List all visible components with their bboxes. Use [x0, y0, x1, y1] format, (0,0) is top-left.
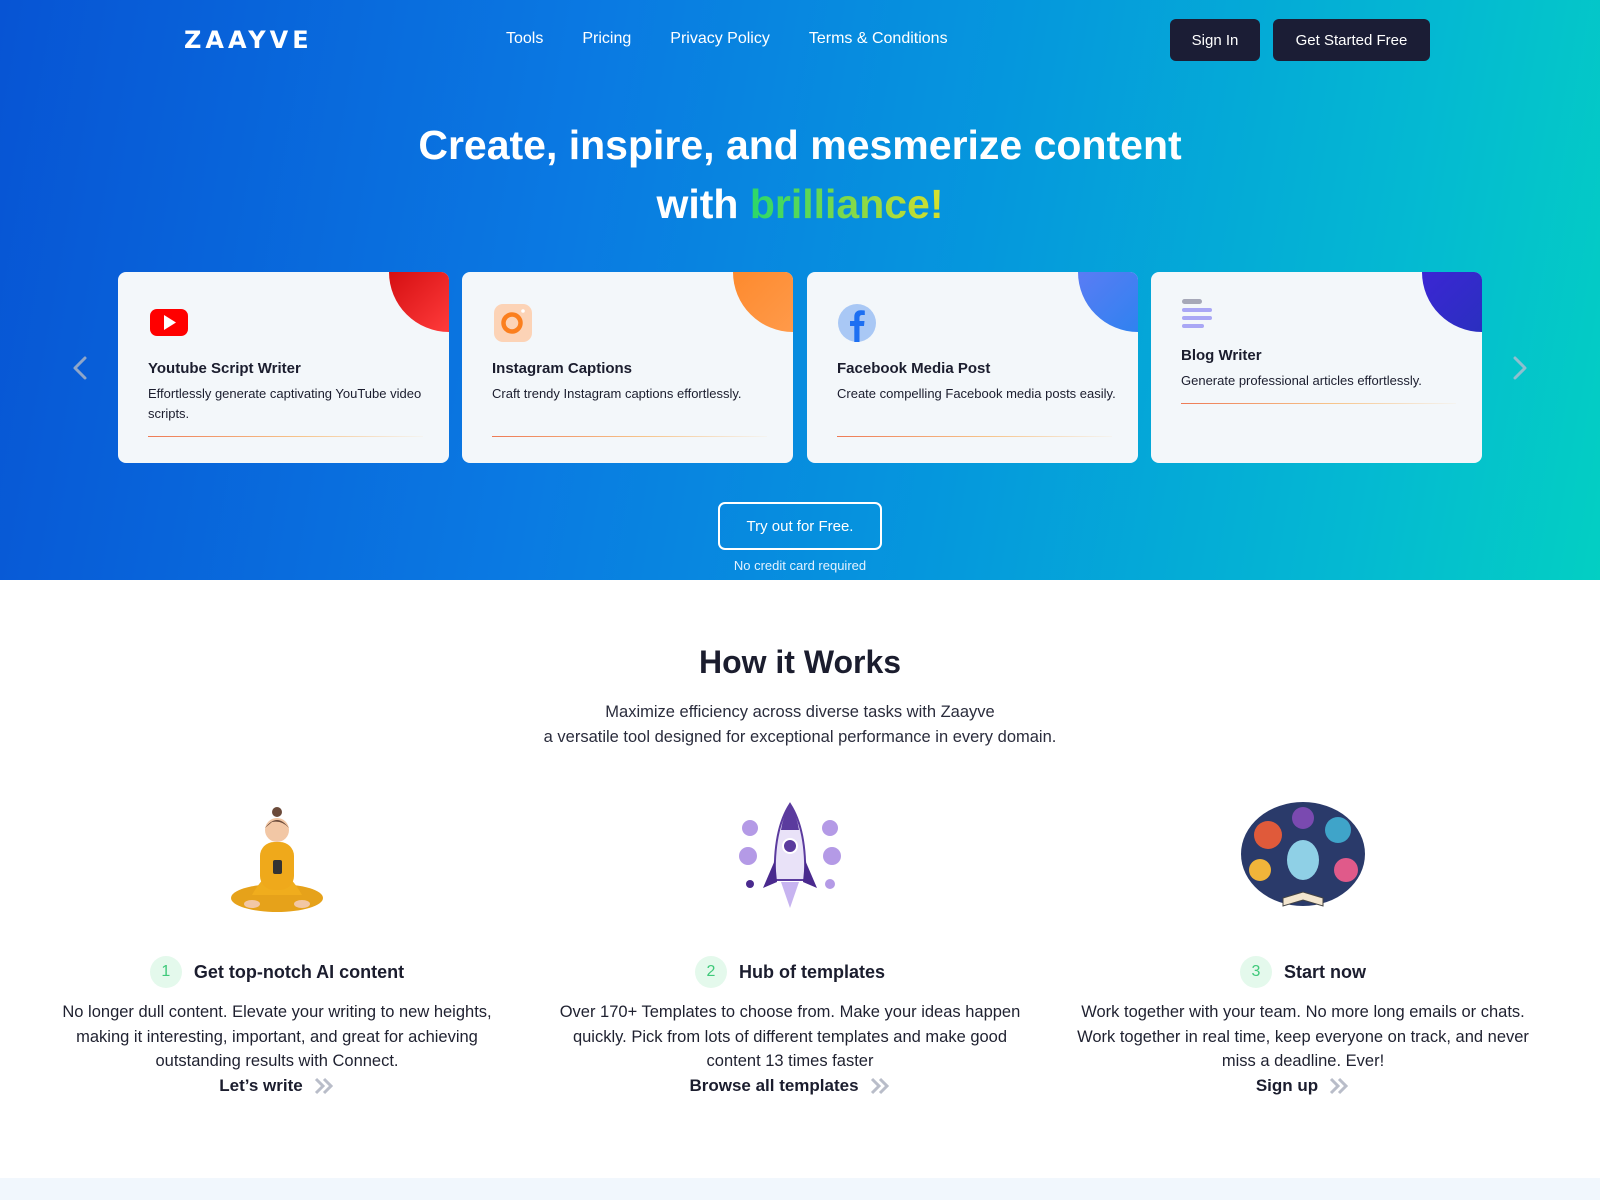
nav-link-tools[interactable]: Tools: [506, 30, 543, 48]
nav-link-privacy-policy[interactable]: Privacy Policy: [670, 30, 770, 48]
nav-links: Tools Pricing Privacy Policy Terms & Con…: [506, 30, 948, 48]
double-chevron-right-icon: [314, 1077, 333, 1094]
step-title: Hub of templates: [738, 961, 885, 982]
top-nav: ZAAYVE Tools Pricing Privacy Policy Term…: [0, 0, 1600, 80]
hero-section: ZAAYVE Tools Pricing Privacy Policy Term…: [0, 0, 1600, 580]
browse-templates-link[interactable]: Browse all templates: [540, 1076, 1040, 1096]
step-title: Get top-notch AI content: [193, 961, 405, 982]
card-title: Instagram Captions: [492, 360, 633, 377]
cta-label: Let’s write: [219, 1075, 303, 1095]
get-started-button[interactable]: Get Started Free: [1273, 19, 1430, 61]
chevron-left-icon: [73, 356, 87, 380]
card-divider: [492, 436, 767, 437]
subtitle-line1: Maximize efficiency across diverse tasks…: [605, 703, 995, 721]
tool-card-instagram[interactable]: Instagram Captions Craft trendy Instagra…: [462, 272, 793, 463]
lets-write-link[interactable]: Let’s write: [27, 1076, 527, 1096]
nav-link-terms[interactable]: Terms & Conditions: [809, 30, 948, 48]
hero-title-highlight: brilliance!: [749, 181, 944, 227]
card-accent-shape: [1422, 272, 1482, 332]
step-description: No longer dull content. Elevate your wri…: [62, 1003, 492, 1070]
tool-card-facebook[interactable]: Facebook Media Post Create compelling Fa…: [807, 272, 1138, 463]
hero-title-prefix: with: [656, 181, 750, 227]
carousel-prev-button[interactable]: [68, 350, 92, 386]
step-description: Work together with your team. No more lo…: [1077, 1003, 1529, 1070]
card-title: Facebook Media Post: [837, 360, 991, 377]
card-divider: [837, 436, 1112, 437]
carousel-next-button[interactable]: [1508, 350, 1532, 386]
hero-title: Create, inspire, and mesmerize content w…: [0, 116, 1600, 234]
cta-label: Sign up: [1255, 1075, 1319, 1095]
nav-link-pricing[interactable]: Pricing: [582, 30, 631, 48]
double-chevron-right-icon: [870, 1077, 889, 1094]
card-title: Youtube Script Writer: [148, 360, 301, 377]
facebook-icon: [838, 304, 876, 342]
sign-in-button[interactable]: Sign In: [1170, 19, 1260, 61]
try-free-button[interactable]: Try out for Free.: [718, 502, 882, 550]
creative-mind-illustration: [1238, 800, 1368, 920]
chevron-right-icon: [1513, 356, 1527, 380]
how-it-works-subtitle: Maximize efficiency across diverse tasks…: [0, 700, 1600, 750]
step-heading: 1 Get top-notch AI content: [27, 956, 527, 988]
next-section-band: [0, 1178, 1600, 1200]
card-title: Blog Writer: [1181, 347, 1262, 364]
subtitle-line2: a versatile tool designed for exceptiona…: [543, 728, 1057, 746]
step-heading: 2 Hub of templates: [540, 956, 1040, 988]
rocket-illustration: [725, 800, 855, 920]
meditating-person-illustration: [212, 800, 342, 920]
youtube-icon: [150, 309, 188, 336]
double-chevron-right-icon: [1330, 1077, 1349, 1094]
step-2: 2 Hub of templates Over 170+ Templates t…: [540, 800, 1040, 1096]
card-accent-shape: [1078, 272, 1138, 332]
hero-title-line1: Create, inspire, and mesmerize content: [418, 122, 1182, 168]
step-description: Over 170+ Templates to choose from. Make…: [559, 1003, 1021, 1070]
logo[interactable]: ZAAYVE: [184, 26, 313, 54]
step-title: Start now: [1283, 961, 1366, 982]
no-credit-card-note: No credit card required: [733, 558, 867, 573]
step-number-badge: 2: [694, 956, 727, 988]
step-heading: 3 Start now: [1053, 956, 1553, 988]
card-description: Craft trendy Instagram captions effortle…: [492, 386, 742, 401]
how-it-works-title: How it Works: [698, 644, 902, 680]
step-number-badge: 1: [149, 956, 182, 988]
card-description: Effortlessly generate captivating YouTub…: [148, 386, 422, 421]
card-description: Create compelling Facebook media posts e…: [837, 386, 1116, 401]
card-divider: [1181, 403, 1456, 404]
card-description: Generate professional articles effortles…: [1181, 373, 1422, 388]
instagram-icon: [494, 304, 532, 342]
step-3: 3 Start now Work together with your team…: [1053, 800, 1553, 1096]
card-divider: [148, 436, 423, 437]
step-1: 1 Get top-notch AI content No longer dul…: [27, 800, 527, 1096]
card-accent-shape: [389, 272, 449, 332]
sign-up-link[interactable]: Sign up: [1053, 1076, 1553, 1096]
cta-label: Browse all templates: [689, 1075, 859, 1095]
hero-title-line2: with brilliance!: [0, 175, 1600, 234]
card-accent-shape: [733, 272, 793, 332]
tool-card-youtube[interactable]: Youtube Script Writer Effortlessly gener…: [118, 272, 449, 463]
step-number-badge: 3: [1239, 956, 1272, 988]
blog-lines-icon: [1182, 299, 1212, 328]
tool-card-blog[interactable]: Blog Writer Generate professional articl…: [1151, 272, 1482, 463]
